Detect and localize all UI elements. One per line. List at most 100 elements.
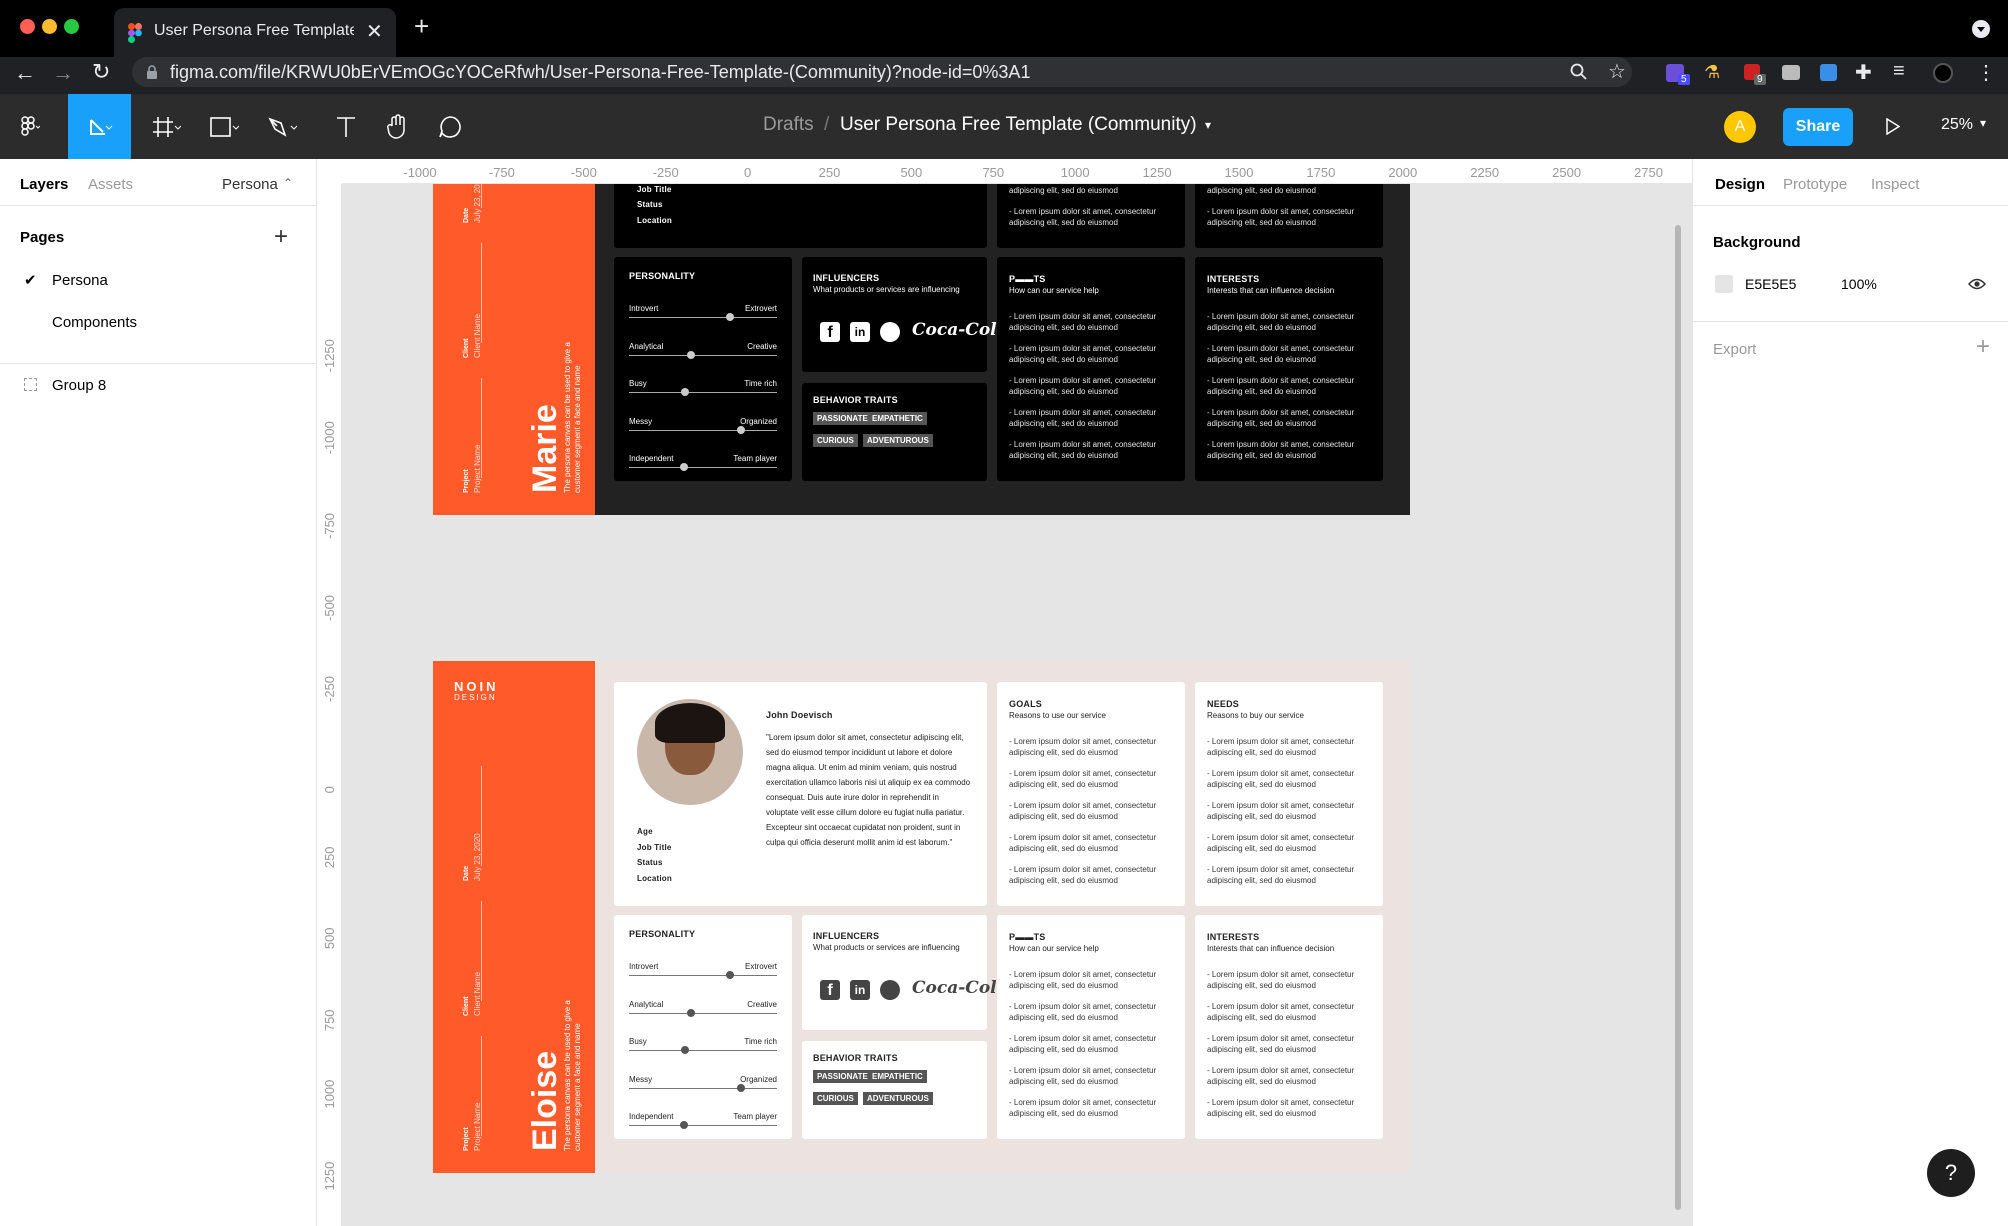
add-export-icon[interactable]: + [1976,333,1990,361]
page-item-components[interactable]: Components [52,314,137,331]
camera-icon[interactable] [1782,65,1800,80]
forward-icon[interactable]: → [52,60,74,86]
slider-knob[interactable] [725,313,734,321]
tab-layers[interactable]: Layers [20,176,68,193]
slider-knob[interactable] [687,1008,696,1017]
pen-tool-button[interactable] [254,94,310,159]
slider-knob[interactable] [679,1121,688,1129]
help-button[interactable]: ? [1927,1149,1975,1197]
frame-tool-button[interactable] [138,94,194,159]
comment-tool-button[interactable] [422,94,478,159]
personality-slider[interactable] [629,1083,777,1092]
back-icon[interactable]: ← [14,60,36,86]
bullet-line: adipiscing elit, sed do eiusmod [1009,1109,1118,1118]
chevron-up-icon[interactable]: ⌃ [283,176,293,190]
reload-icon[interactable]: ↻ [92,59,110,85]
trait-left-label: Busy [629,1037,647,1046]
bookmark-star-icon[interactable]: ☆ [1608,59,1626,84]
zoom-chevron-icon[interactable]: ▾ [1980,116,1986,130]
main-menu-button[interactable] [0,94,56,159]
slider-knob[interactable] [737,1083,746,1092]
interests-card-subtitle: Interests that can influence decision [1207,286,1335,295]
maximize-window-button[interactable] [64,19,79,34]
ruler-tick-label: 2000 [1388,165,1418,180]
extension-blue-icon[interactable] [1820,64,1837,81]
persona-sidebar: NOIN DESIGN Date July 23, 2020 Client Client … [433,661,595,1173]
puzzle-icon[interactable]: ✚ [1855,60,1872,85]
side-divider [481,243,482,343]
trait-right-label: Extrovert [744,962,777,971]
url-field[interactable]: figma.com/file/KRWU0bErVEmOGcYOCeRfwh/Us… [132,57,1632,87]
chevron-down-icon[interactable]: ▾ [1205,118,1211,132]
tab-assets[interactable]: Assets [88,176,133,193]
new-tab-icon[interactable]: + [414,11,429,41]
spotify-icon [880,980,900,1000]
persona-frame-clip: Date July 23, 2020 Client Client Name Projec… [317,184,1692,515]
background-hex-input[interactable]: E5E5E5 [1745,276,1796,292]
shape-tool-button[interactable] [196,94,252,159]
tab-design[interactable]: Design [1715,176,1765,193]
personality-slider[interactable] [629,1046,777,1054]
bullet-line: - Lorem ipsum dolor sit amet, consectetu… [1009,344,1157,353]
tab-prototype[interactable]: Prototype [1783,176,1847,193]
personality-slider[interactable] [629,1008,777,1017]
media-icon[interactable]: ≡ [1893,60,1905,83]
profile-info-label: Status [637,200,663,209]
tab-inspect[interactable]: Inspect [1871,176,1919,193]
text-icon [337,116,355,137]
personality-slider[interactable] [629,388,777,396]
hand-tool-button[interactable] [370,94,426,159]
page-selector[interactable]: Persona [222,176,278,193]
vertical-scrollbar[interactable] [1675,225,1681,1210]
move-tool-button[interactable] [68,94,131,159]
browser-address-bar: ← → ↻ figma.com/file/KRWU0bErVEmOGcYOCeR… [0,57,2008,94]
persona-frame-marie[interactable]: Date July 23, 2020 Client Client Name Projec… [433,184,1410,515]
goals-card-title: GOALS [1009,699,1043,709]
zoom-icon[interactable] [1570,63,1588,81]
trait-right-label: Creative [747,999,777,1009]
personality-slider[interactable] [629,463,777,471]
move-arrow-icon [89,118,112,135]
bullet-line: adipiscing elit, sed do eiusmod [1207,218,1316,227]
background-opacity-input[interactable]: 100% [1841,276,1877,292]
breadcrumb-drafts[interactable]: Drafts [763,114,814,136]
slider-knob[interactable] [681,1046,690,1054]
browser-menu-icon[interactable]: ⋮ [1976,60,1996,85]
personality-slider[interactable] [629,425,777,434]
profile-icon[interactable] [1933,63,1953,83]
bullet-line: - Lorem ipsum dolor sit amet, consectetu… [1207,737,1355,746]
trait-left-label: Analytical [629,999,664,1009]
close-window-button[interactable] [20,19,35,34]
visibility-eye-icon[interactable] [1968,277,1986,291]
user-avatar[interactable]: A [1724,111,1756,143]
file-name[interactable]: User Persona Free Template (Community) [840,114,1197,136]
extension-flask-icon[interactable]: ⚗ [1704,62,1720,83]
browser-tab[interactable]: User Persona Free Template (C ✕ [114,8,396,57]
close-tab-icon[interactable]: ✕ [366,19,383,44]
canvas[interactable]: -1000 -750 -500 -250 0 250 500 750 1000 1250 1500 1… [317,159,1692,1226]
personality-slider[interactable] [629,350,777,359]
layer-item-group-8[interactable]: Group 8 [52,377,106,394]
tab-search-icon[interactable] [1972,20,1990,38]
bullet-line: - Lorem ipsum dolor sit amet, consectetu… [1009,737,1157,746]
slider-knob[interactable] [725,971,734,979]
add-page-icon[interactable]: + [274,223,288,251]
ruler-tick-label: 0 [743,165,752,180]
text-tool-button[interactable] [318,94,374,159]
slider-knob[interactable] [737,425,746,434]
slider-knob[interactable] [681,388,690,396]
minimize-window-button[interactable] [42,19,57,34]
present-play-icon[interactable] [1886,118,1900,135]
personality-slider[interactable] [629,1121,777,1129]
side-meta-label: Date [463,207,470,223]
slider-knob[interactable] [679,463,688,471]
personality-slider[interactable] [629,313,777,321]
slider-knob[interactable] [687,350,696,359]
personality-slider[interactable] [629,971,777,979]
background-swatch[interactable] [1715,275,1733,293]
ruler-tick-label: 250 [818,165,841,180]
page-item-persona[interactable]: Persona [52,272,108,289]
share-button[interactable]: Share [1783,108,1853,146]
zoom-level[interactable]: 25% [1941,116,1973,134]
persona-frame-eloise[interactable]: NOIN DESIGN Date July 23, 2020 Client Client … [433,661,1410,1173]
